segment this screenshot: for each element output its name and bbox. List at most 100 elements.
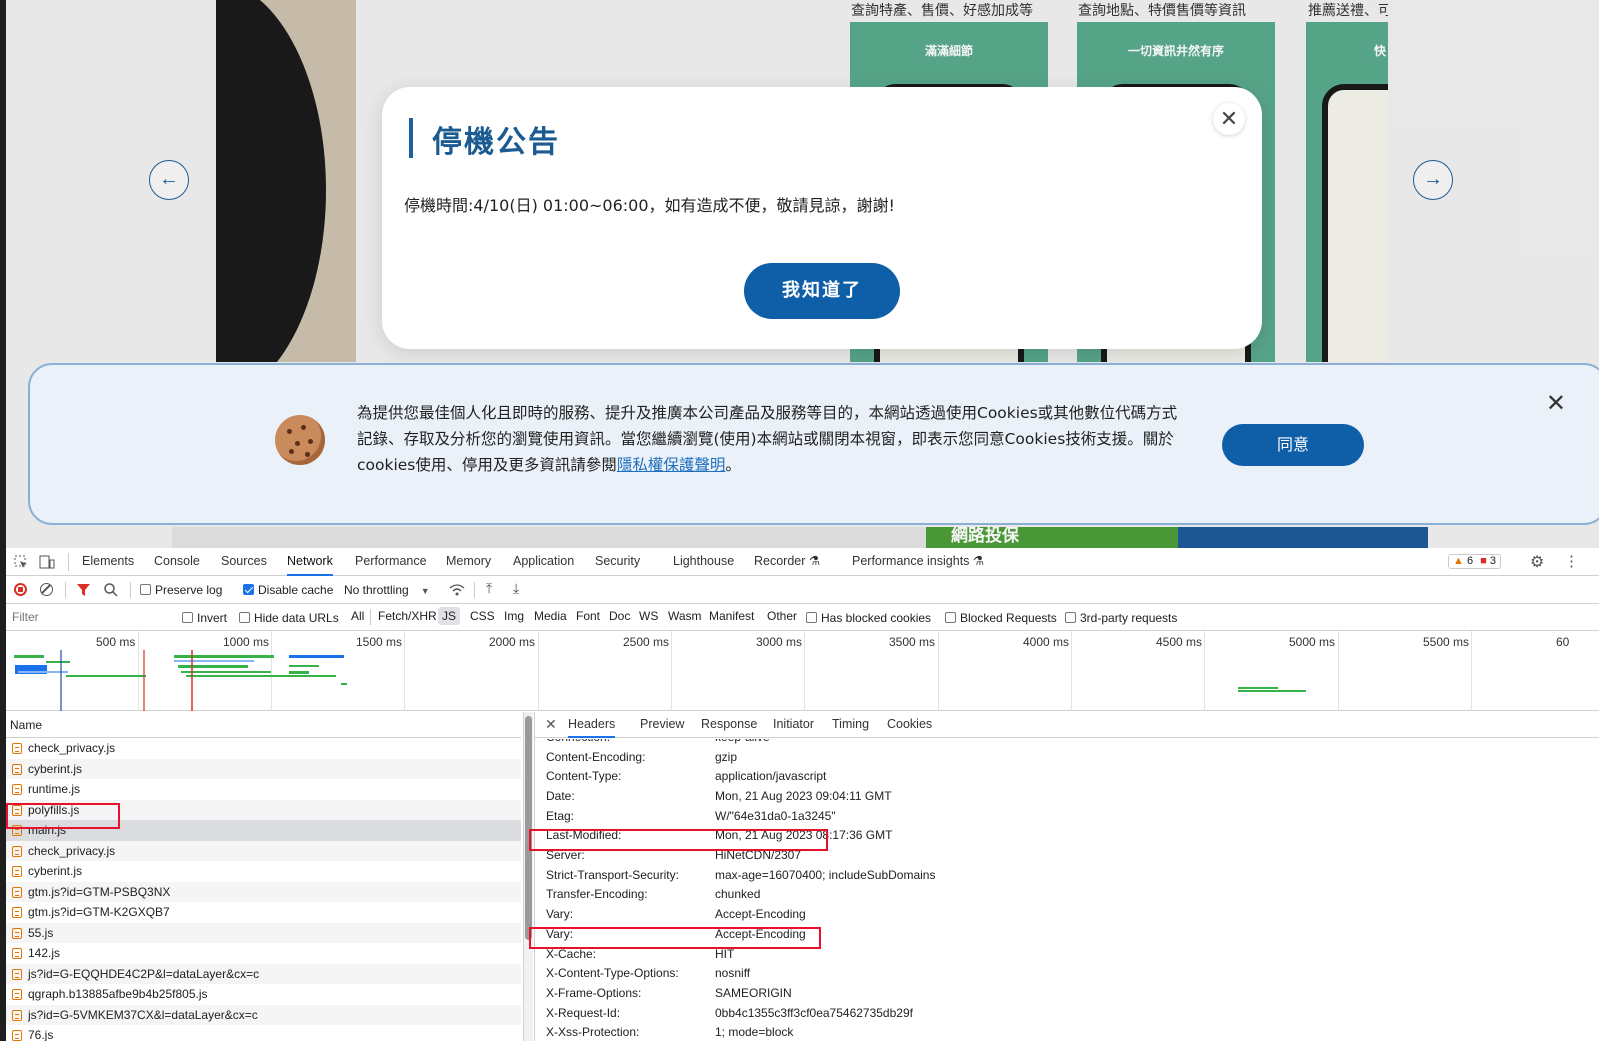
tab-lighthouse[interactable]: Lighthouse: [673, 548, 734, 576]
tab-network[interactable]: Network: [287, 548, 333, 576]
type-filter-all[interactable]: All: [347, 609, 368, 623]
tab-preview[interactable]: Preview: [640, 712, 684, 738]
js-file-icon: [12, 866, 22, 877]
invert-checkbox[interactable]: Invert: [182, 611, 227, 625]
privacy-policy-link[interactable]: 隱私權保護聲明: [617, 456, 726, 474]
disable-cache-checkbox[interactable]: Disable cache: [243, 583, 333, 597]
throttling-select[interactable]: No throttling ▼: [344, 583, 430, 597]
request-row[interactable]: check_privacy.js: [6, 840, 521, 861]
header-value: application/javascript: [715, 769, 827, 784]
header-value: W/"64e31da0-1a3245": [715, 808, 836, 823]
issues-counter[interactable]: ▲ 6 ■ 3: [1448, 554, 1501, 569]
header-value: Mon, 21 Aug 2023 09:04:11 GMT: [715, 788, 892, 803]
js-file-icon: [12, 743, 22, 754]
request-row[interactable]: gtm.js?id=GTM-K2GXQB7: [6, 902, 521, 923]
type-filter-media[interactable]: Media: [530, 609, 571, 623]
device-toolbar-icon[interactable]: [39, 555, 55, 569]
network-overview-timeline[interactable]: 500 ms 1000 ms 1500 ms 2000 ms 2500 ms 3…: [6, 631, 1599, 711]
tab-response[interactable]: Response: [701, 712, 757, 738]
tab-security[interactable]: Security: [595, 548, 640, 576]
error-count: 3: [1489, 555, 1496, 567]
tab-memory[interactable]: Memory: [446, 548, 491, 576]
column-header-name[interactable]: Name: [6, 712, 521, 738]
settings-gear-icon[interactable]: ⚙: [1530, 552, 1544, 572]
has-blocked-cookies-checkbox[interactable]: Has blocked cookies: [806, 611, 931, 625]
cookie-agree-button[interactable]: 同意: [1222, 424, 1364, 466]
type-filter-wasm[interactable]: Wasm: [664, 609, 706, 623]
tab-initiator[interactable]: Initiator: [773, 712, 814, 738]
filter-funnel-icon[interactable]: [77, 584, 90, 597]
record-stop-icon[interactable]: [14, 583, 27, 596]
tab-sources[interactable]: Sources: [221, 548, 267, 576]
cookie-notice-suffix: 。: [725, 456, 741, 474]
tab-recorder[interactable]: Recorder ⚗: [754, 548, 820, 576]
request-row[interactable]: qgraph.b13885afbe9b4b25f805.js: [6, 984, 521, 1005]
request-detail-pane: ✕ Headers Preview Response Initiator Tim…: [534, 712, 1599, 1041]
tab-headers[interactable]: Headers: [568, 712, 616, 738]
header-value: 1; mode=block: [715, 1025, 794, 1040]
request-name: cyberint.js: [28, 864, 83, 878]
cookie-icon: [275, 415, 325, 465]
export-har-icon[interactable]: ⤓: [513, 580, 519, 597]
type-filter-js[interactable]: JS: [438, 607, 461, 625]
cookie-close-button[interactable]: ✕: [1546, 389, 1566, 418]
js-file-icon: [12, 989, 22, 1000]
import-har-icon[interactable]: ⤒: [486, 580, 492, 597]
header-row: X-Content-Type-Options: nosniff: [535, 964, 1599, 984]
request-row[interactable]: js?id=G-5VMKEM37CX&l=dataLayer&cx=c: [6, 1004, 521, 1025]
tab-application[interactable]: Application: [513, 548, 574, 576]
request-row[interactable]: cyberint.js: [6, 861, 521, 882]
maintenance-modal: 停機公告 ✕ 停機時間:4/10(日) 01:00~06:00，如有造成不便，敬…: [382, 87, 1262, 349]
hide-data-urls-label: Hide data URLs: [254, 611, 339, 625]
tab-elements[interactable]: Elements: [82, 548, 134, 576]
inspect-element-icon[interactable]: [14, 555, 28, 569]
tab-performance-insights[interactable]: Performance insights ⚗: [852, 548, 984, 576]
tab-performance[interactable]: Performance: [355, 548, 427, 576]
request-name: 142.js: [28, 946, 61, 960]
has-blocked-cookies-label: Has blocked cookies: [821, 611, 932, 625]
request-row[interactable]: runtime.js: [6, 779, 521, 800]
type-filter-font[interactable]: Font: [572, 609, 604, 623]
annotation-box-main-js: [6, 803, 120, 829]
network-conditions-icon[interactable]: [449, 584, 465, 596]
acknowledge-button[interactable]: 我知道了: [744, 263, 900, 319]
third-party-requests-checkbox[interactable]: 3rd-party requests: [1065, 611, 1177, 625]
type-filter-fetch-xhr[interactable]: Fetch/XHR: [374, 609, 441, 623]
request-row[interactable]: check_privacy.js: [6, 738, 521, 759]
header-key: Content-Type:: [546, 769, 622, 784]
type-filter-doc[interactable]: Doc: [605, 609, 634, 623]
type-filter-manifest[interactable]: Manifest: [705, 609, 758, 623]
filter-input[interactable]: [8, 607, 174, 627]
tab-timing[interactable]: Timing: [832, 712, 869, 738]
more-options-icon[interactable]: ⋮: [1564, 552, 1579, 570]
type-filter-img[interactable]: Img: [500, 609, 528, 623]
tab-console[interactable]: Console: [154, 548, 200, 576]
request-row[interactable]: cyberint.js: [6, 758, 521, 779]
search-icon[interactable]: [104, 583, 118, 597]
header-row: Strict-Transport-Security: max-age=160704…: [535, 866, 1599, 886]
header-key: Vary:: [546, 907, 574, 922]
request-row[interactable]: js?id=G-EQQHDE4C2P&l=dataLayer&cx=c: [6, 963, 521, 984]
request-list-scrollbar[interactable]: [523, 712, 533, 1041]
request-row[interactable]: 55.js: [6, 922, 521, 943]
blocked-requests-checkbox[interactable]: Blocked Requests: [945, 611, 1057, 625]
waterfall-overview-graph: [14, 650, 1306, 711]
modal-close-button[interactable]: ✕: [1213, 103, 1245, 135]
request-row[interactable]: 76.js: [6, 1025, 521, 1041]
type-filter-ws[interactable]: WS: [635, 609, 662, 623]
type-filter-css[interactable]: CSS: [466, 609, 499, 623]
header-row: X-Frame-Options: SAMEORIGIN: [535, 984, 1599, 1004]
header-row: Content-Encoding: gzip: [535, 748, 1599, 768]
request-row[interactable]: 142.js: [6, 943, 521, 964]
preserve-log-checkbox[interactable]: Preserve log: [140, 583, 222, 597]
annotation-box-server-header: [529, 829, 828, 851]
clear-log-icon[interactable]: [40, 583, 53, 596]
throttling-value: No throttling: [344, 583, 409, 597]
scrollbar-thumb[interactable]: [525, 716, 532, 940]
blocked-requests-label: Blocked Requests: [960, 611, 1057, 625]
close-detail-icon[interactable]: ✕: [545, 716, 557, 733]
type-filter-other[interactable]: Other: [763, 609, 801, 623]
hide-data-urls-checkbox[interactable]: Hide data URLs: [239, 611, 339, 625]
request-row[interactable]: gtm.js?id=GTM-PSBQ3NX: [6, 881, 521, 902]
tab-cookies[interactable]: Cookies: [887, 712, 932, 738]
